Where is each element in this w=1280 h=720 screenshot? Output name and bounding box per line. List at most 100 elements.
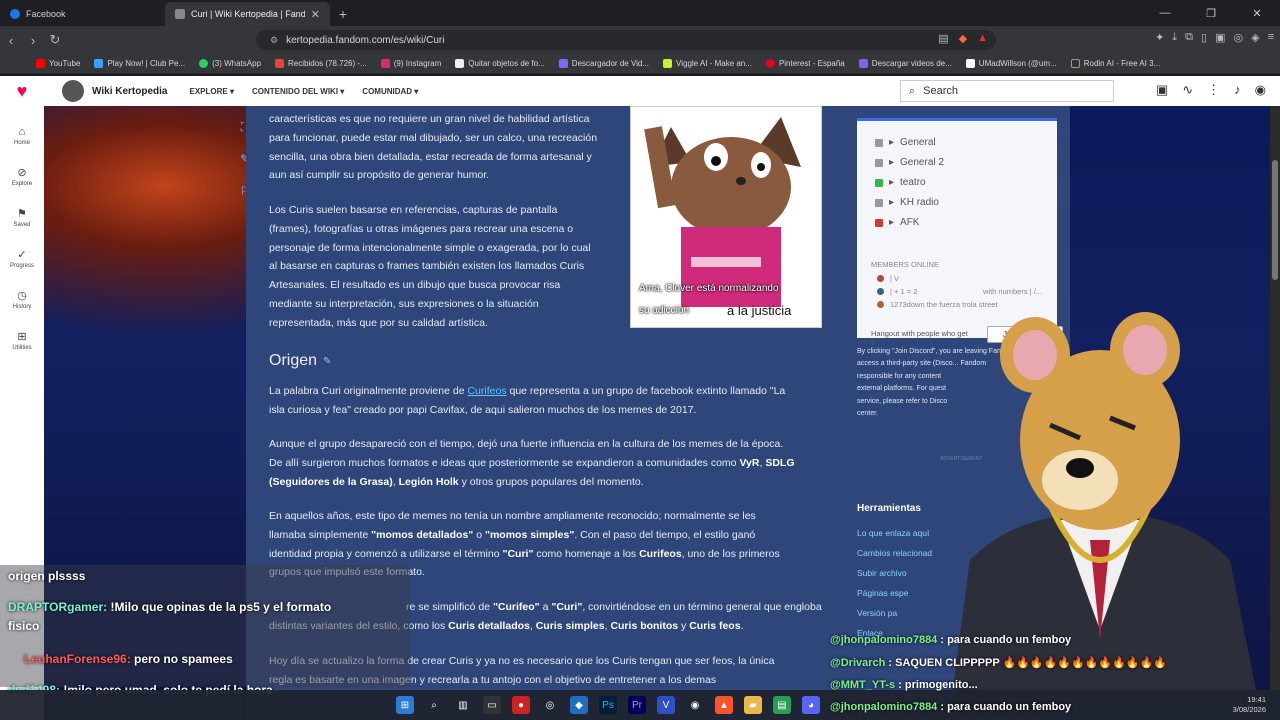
rail-history[interactable]: ◷ History — [13, 289, 32, 310]
nav-contenido[interactable]: CONTENIDO DEL WIKI ▾ — [252, 87, 344, 96]
chat-message: @jhonpalomino7884 : para cuando un fembo… — [830, 701, 1071, 713]
rail-utilities[interactable]: ⊞ Utilities — [12, 330, 31, 351]
close-tab-icon[interactable]: ✕ — [311, 8, 320, 21]
maximize-icon[interactable]: ❐ — [1188, 0, 1234, 26]
terminal-icon[interactable]: ▭ — [483, 696, 501, 714]
chrome-icon[interactable]: ◎ — [541, 696, 559, 714]
bold-term: Curis detallados — [448, 620, 530, 632]
new-tab-button[interactable]: + — [330, 2, 356, 26]
tool-link[interactable]: Lo que enlaza aquí — [857, 528, 929, 538]
downloads-icon[interactable]: ⤓ — [1172, 31, 1177, 44]
back-icon[interactable]: ‹ — [0, 33, 22, 48]
file-explorer-icon[interactable]: ▰ — [744, 696, 762, 714]
activity-icon[interactable]: ∿ — [1182, 82, 1193, 98]
vpn-icon[interactable]: ◎ — [1234, 31, 1244, 44]
bookmark-item[interactable]: Viggle AI - Make an... — [663, 59, 752, 68]
address-bar-row: ‹ › ↻ ☐ ⚙ kertopedia.fandom.com/es/wiki/… — [0, 26, 1280, 54]
bookmark-item[interactable]: (9) Instagram — [380, 59, 441, 68]
bookmark-item[interactable]: Rodin AI - Free AI 3... — [1070, 59, 1160, 68]
bookmark-item[interactable]: UMadWillson (@um... — [965, 59, 1057, 68]
bookmark-item[interactable]: Recibidos (78.726) -... — [275, 59, 367, 68]
discord-icon[interactable]: ◕ — [802, 696, 820, 714]
brave-rewards-icon[interactable]: ▲ — [977, 32, 988, 45]
windows-taskbar: ⊞ ⌕ ▥ ▭ ● ◎ ◆ Ps Pr V ◉ ▲ ▰ ▤ ◕ 19:41 3/… — [0, 690, 1280, 720]
discord-channel[interactable]: ▸ AFK — [875, 217, 919, 228]
url-field[interactable]: ⚙ kertopedia.fandom.com/es/wiki/Curi ▤ ◆… — [256, 30, 996, 50]
discord-channel[interactable]: ▸ teatro — [875, 177, 926, 188]
bookmark-item[interactable]: Quitar objetos de fo... — [455, 59, 545, 68]
discord-channel[interactable]: ▸ General — [875, 137, 936, 148]
text-line: isla curiosa y fea" creado por papi Cavi… — [269, 403, 697, 416]
article-image[interactable]: Ama, Clover está normalizando su adicció… — [630, 106, 822, 328]
rail-explore[interactable]: ⊘ Explore — [12, 166, 32, 187]
premiere-icon[interactable]: Pr — [628, 696, 646, 714]
user-avatar-icon[interactable]: ◉ — [1255, 82, 1266, 98]
text-line: Artesanales. El resultado es un dibujo q… — [269, 279, 561, 292]
app-icon[interactable]: ▤ — [773, 696, 791, 714]
tool-link[interactable]: Subir archivo — [857, 568, 907, 578]
brave-shield-icon[interactable]: ◆ — [959, 32, 967, 45]
obs-icon[interactable]: ◉ — [686, 696, 704, 714]
extensions-icon[interactable]: ✦ — [1155, 31, 1164, 44]
more-icon[interactable]: ⋮ — [1207, 82, 1220, 98]
bookmark-item[interactable]: (3) WhatsApp — [199, 59, 261, 68]
task-view-icon[interactable]: ▥ — [454, 696, 472, 714]
bold-term: Legión Holk — [398, 475, 459, 488]
discord-channel[interactable]: ▸ General 2 — [875, 157, 944, 168]
forward-icon[interactable]: › — [22, 33, 44, 48]
photoshop-icon[interactable]: Ps — [599, 696, 617, 714]
sidebar-icon[interactable]: ▯ — [1201, 31, 1207, 44]
wiki-name[interactable]: Wiki Kertopedia — [92, 86, 167, 97]
scrollbar-thumb[interactable] — [1272, 160, 1278, 280]
discord-widget: ▸ General ▸ General 2 ▸ teatro ▸ KH radi… — [857, 118, 1063, 347]
menu-icon[interactable]: ≡ — [1268, 31, 1274, 44]
notifications-icon[interactable]: ♪ — [1234, 82, 1241, 98]
shield-icon[interactable]: ◈ — [1251, 31, 1259, 44]
bookmark-item[interactable]: Pinterest - España — [765, 59, 845, 68]
nav-comunidad[interactable]: COMUNIDAD ▾ — [362, 87, 418, 96]
vegas-icon[interactable]: V — [657, 696, 675, 714]
tool-link[interactable]: Cambios relacionad — [857, 548, 932, 558]
member-item[interactable]: | V — [877, 274, 899, 283]
tab-curi[interactable]: Curi | Wiki Kertopedia | Fandom ✕ — [165, 2, 330, 26]
app-icon[interactable]: ● — [512, 696, 530, 714]
origen-paragraph-1: La palabra Curi originalmente proviene d… — [269, 382, 785, 420]
close-window-icon[interactable]: ✕ — [1234, 0, 1280, 26]
rail-home[interactable]: ⌂ Home — [14, 126, 30, 146]
app-icon[interactable]: ◆ — [570, 696, 588, 714]
text-line: características es que no requiere un gr… — [269, 113, 590, 125]
discord-channel[interactable]: ▸ KH radio — [875, 197, 939, 208]
fandom-logo-icon[interactable]: ♥ — [0, 76, 44, 106]
curifeos-link[interactable]: Curifeos — [467, 385, 506, 397]
search-icon[interactable]: ⌕ — [425, 696, 443, 714]
edit-section-icon[interactable]: ✎ — [323, 356, 331, 367]
bookmark-item[interactable]: Descargar videos de... — [858, 59, 952, 68]
member-item[interactable]: | + 1 = 2 — [877, 287, 917, 296]
bookmark-item[interactable]: YouTube — [36, 59, 80, 68]
discussions-icon[interactable]: ▣ — [1156, 82, 1168, 98]
search-input[interactable]: ⌕ Search — [900, 80, 1114, 102]
wiki-logo[interactable] — [62, 80, 84, 102]
bookmark-item[interactable]: Play Now! | Club Pe... — [94, 59, 185, 68]
brave-icon[interactable]: ▲ — [715, 696, 733, 714]
tab-facebook[interactable]: Facebook — [0, 2, 165, 26]
bookmark-label: YouTube — [49, 59, 81, 68]
bookmark-item[interactable]: Descargador de Vid... — [558, 59, 649, 68]
reload-icon[interactable]: ↻ — [44, 32, 66, 48]
wallet-icon[interactable]: ▣ — [1215, 31, 1225, 44]
rail-saved[interactable]: ⚑ Saved — [13, 207, 30, 228]
minimize-icon[interactable]: — — [1142, 0, 1188, 26]
history-icon: ◷ — [17, 290, 27, 302]
screenshot-icon[interactable]: ⧉ — [1185, 31, 1193, 44]
system-clock[interactable]: 19:41 3/08/2026 — [1233, 695, 1266, 715]
windows-start-icon[interactable]: ⊞ — [396, 696, 414, 714]
tool-link[interactable]: Versión pa — [857, 608, 897, 618]
nav-explore[interactable]: EXPLORE ▾ — [189, 87, 233, 96]
tool-link[interactable]: Páginas espe — [857, 588, 909, 598]
member-item[interactable]: 1273down the fuerza trola street — [877, 300, 998, 309]
reader-icon[interactable]: ▤ — [938, 32, 948, 45]
rail-progress[interactable]: ✓ Progress — [10, 248, 34, 269]
site-info-icon[interactable]: ⚙ — [270, 35, 278, 46]
streamer-avatar-image — [950, 312, 1260, 710]
image-caption: a la justicia — [727, 303, 792, 318]
